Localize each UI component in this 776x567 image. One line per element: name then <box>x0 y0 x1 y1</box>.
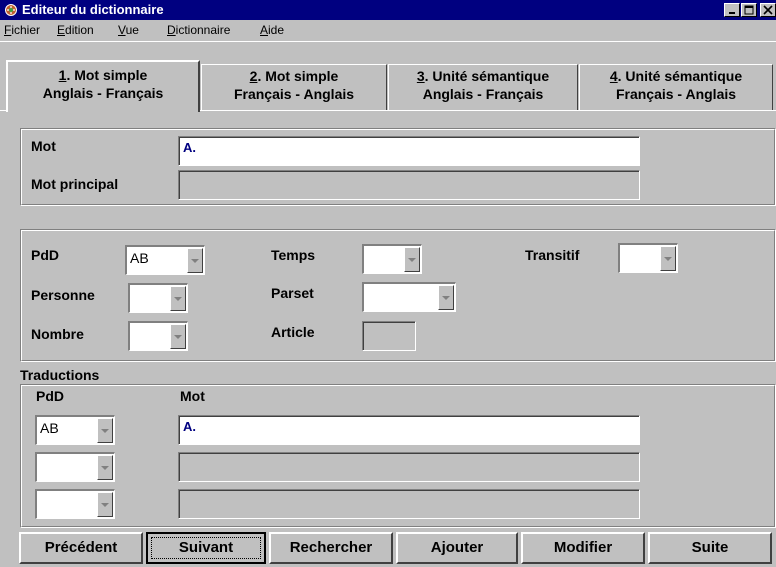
ajouter-button[interactable]: Ajouter <box>396 532 518 564</box>
transitif-select[interactable] <box>618 243 678 273</box>
maximize-button[interactable] <box>741 3 757 17</box>
pdd-label: PdD <box>31 247 59 263</box>
tab-unite-semantique-anglais-francais[interactable]: 3. Unité sémantique Anglais - Français <box>388 64 578 110</box>
tab-unite-semantique-francais-anglais[interactable]: 4. Unité sémantique Français - Anglais <box>579 64 773 110</box>
menu-fichier[interactable]: Fichier <box>4 23 40 38</box>
tab-mot-simple-anglais-francais[interactable]: 1. Mot simple Anglais - Français <box>6 60 200 112</box>
translation-mot-value-1: A. <box>183 419 196 434</box>
chevron-down-icon <box>442 295 450 300</box>
parset-select[interactable] <box>362 282 456 312</box>
translation-pdd-select-3[interactable] <box>35 489 115 519</box>
suivant-button[interactable]: Suivant <box>146 532 266 564</box>
minimize-button[interactable] <box>724 3 740 17</box>
transitif-label: Transitif <box>525 247 580 263</box>
modifier-button[interactable]: Modifier <box>521 532 645 564</box>
minimize-icon <box>729 12 735 14</box>
translation-pdd-select-2[interactable] <box>35 452 115 482</box>
rechercher-button[interactable]: Rechercher <box>269 532 393 564</box>
nombre-dropdown-button[interactable] <box>170 324 186 349</box>
chevron-down-icon <box>174 296 182 301</box>
pdd-select-value: AB <box>130 250 149 266</box>
translation-mot-field-2[interactable] <box>178 452 640 482</box>
traductions-title: Traductions <box>20 367 100 383</box>
personne-label: Personne <box>31 287 95 303</box>
mot-value: A. <box>183 140 196 155</box>
menu-aide[interactable]: Aide <box>260 23 284 38</box>
menu-separator <box>0 41 776 42</box>
translation-mot-field-1[interactable]: A. <box>178 415 640 445</box>
nombre-select[interactable] <box>128 321 188 351</box>
menu-dictionnaire[interactable]: Dictionnaire <box>167 23 230 38</box>
title-bar[interactable]: Editeur du dictionnaire <box>0 0 776 20</box>
translation-pdd-dropdown-1[interactable] <box>97 418 113 443</box>
pdd-dropdown-button[interactable] <box>187 248 203 273</box>
translation-pdd-value-1: AB <box>40 420 59 436</box>
suite-button[interactable]: Suite <box>648 532 772 564</box>
translations-mot-header: Mot <box>180 388 205 404</box>
pdd-select[interactable]: AB <box>125 245 205 275</box>
mot-label: Mot <box>31 138 56 154</box>
chevron-down-icon <box>174 334 182 339</box>
transitif-dropdown-button[interactable] <box>660 246 676 271</box>
chevron-down-icon <box>101 428 109 433</box>
article-label: Article <box>271 324 315 340</box>
chevron-down-icon <box>664 256 672 261</box>
menu-bar: Fichier Edition Vue Dictionnaire Aide <box>0 20 776 41</box>
parset-label: Parset <box>271 285 314 301</box>
translation-pdd-dropdown-3[interactable] <box>97 492 113 517</box>
personne-dropdown-button[interactable] <box>170 286 186 311</box>
translation-pdd-dropdown-2[interactable] <box>97 455 113 480</box>
menu-vue[interactable]: Vue <box>118 23 139 38</box>
tab-mot-simple-francais-anglais[interactable]: 2. Mot simple Français - Anglais <box>201 64 387 110</box>
precedent-button[interactable]: Précédent <box>19 532 143 564</box>
mot-principal-field[interactable] <box>178 170 640 200</box>
translation-pdd-select-1[interactable]: AB <box>35 415 115 445</box>
suivant-button-label: Suivant <box>178 539 234 556</box>
nombre-label: Nombre <box>31 326 84 342</box>
app-icon <box>5 4 17 16</box>
mot-principal-label: Mot principal <box>31 176 119 192</box>
close-icon <box>763 5 773 15</box>
mot-field[interactable]: A. <box>178 136 640 166</box>
menu-edition[interactable]: Edition <box>57 23 94 38</box>
temps-label: Temps <box>271 247 316 263</box>
translations-pdd-header: PdD <box>36 388 64 404</box>
temps-dropdown-button[interactable] <box>404 247 420 272</box>
chevron-down-icon <box>191 258 199 263</box>
window-title: Editeur du dictionnaire <box>22 2 164 17</box>
temps-select[interactable] <box>362 244 422 274</box>
article-field[interactable] <box>362 321 416 351</box>
parset-dropdown-button[interactable] <box>438 285 454 310</box>
personne-select[interactable] <box>128 283 188 313</box>
chevron-down-icon <box>101 502 109 507</box>
maximize-icon <box>744 5 754 15</box>
close-button[interactable] <box>760 3 776 17</box>
chevron-down-icon <box>408 257 416 262</box>
chevron-down-icon <box>101 465 109 470</box>
translation-mot-field-3[interactable] <box>178 489 640 519</box>
